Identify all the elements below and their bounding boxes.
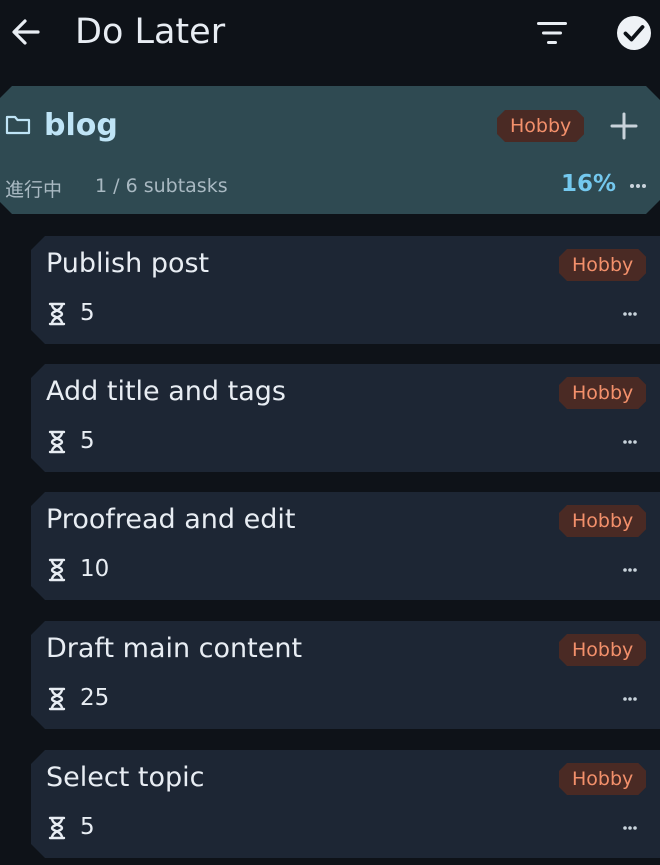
task-tag[interactable]: Hobby: [559, 634, 646, 666]
task-title: Proofread and edit: [46, 504, 296, 535]
task-duration: 5: [80, 814, 95, 840]
more-horizontal-icon: [623, 440, 637, 444]
filter-button[interactable]: [532, 16, 572, 50]
plus-icon: [610, 112, 638, 140]
check-circle-icon: [617, 16, 651, 50]
folder-icon: [5, 115, 31, 135]
task-duration: 25: [80, 685, 110, 711]
task-more-button[interactable]: [615, 689, 645, 709]
project-tag[interactable]: Hobby: [497, 110, 584, 142]
task-title: Publish post: [46, 248, 210, 279]
more-horizontal-icon: [623, 312, 637, 316]
project-progress: 16%: [561, 171, 617, 197]
task-card[interactable]: Add title and tags Hobby 5: [31, 364, 660, 472]
task-more-button[interactable]: [615, 432, 645, 452]
task-card[interactable]: Draft main content Hobby 25: [31, 621, 660, 729]
task-more-button[interactable]: [615, 560, 645, 580]
task-title: Select topic: [46, 762, 205, 793]
task-tag[interactable]: Hobby: [559, 763, 646, 795]
more-horizontal-icon: [623, 568, 637, 572]
add-subtask-button[interactable]: [606, 108, 642, 144]
filter-icon: [537, 22, 567, 44]
task-tag[interactable]: Hobby: [559, 377, 646, 409]
hourglass-icon: [48, 430, 66, 454]
arrow-left-icon: [12, 19, 40, 45]
project-name: blog: [44, 108, 118, 143]
task-more-button[interactable]: [615, 818, 645, 838]
more-horizontal-icon: [630, 184, 646, 188]
hourglass-icon: [48, 816, 66, 840]
task-card[interactable]: Publish post Hobby 5: [31, 236, 660, 344]
top-bar: Do Later: [0, 0, 660, 72]
complete-button[interactable]: [614, 13, 654, 53]
hourglass-icon: [48, 302, 66, 326]
page-title: Do Later: [75, 12, 226, 52]
project-card[interactable]: blog 進行中 1 / 6 subtasks 16%: [0, 86, 660, 214]
more-horizontal-icon: [623, 697, 637, 701]
task-duration: 5: [80, 428, 95, 454]
app-screen: Do Later blog 進行中 1 / 6 subtasks 16% Hob…: [0, 0, 660, 865]
task-title: Add title and tags: [46, 376, 286, 407]
project-subtask-count: 1 / 6 subtasks: [95, 175, 228, 197]
task-title: Draft main content: [46, 633, 303, 664]
task-more-button[interactable]: [615, 304, 645, 324]
back-button[interactable]: [8, 14, 44, 50]
task-tag[interactable]: Hobby: [559, 505, 646, 537]
task-tag[interactable]: Hobby: [559, 249, 646, 281]
more-horizontal-icon: [623, 826, 637, 830]
task-card[interactable]: Select topic Hobby 5: [31, 750, 660, 858]
project-more-button[interactable]: [623, 176, 653, 196]
task-duration: 10: [80, 556, 110, 582]
project-status: 進行中: [5, 179, 63, 201]
task-duration: 5: [80, 300, 95, 326]
hourglass-icon: [48, 687, 66, 711]
hourglass-icon: [48, 558, 66, 582]
task-card[interactable]: Proofread and edit Hobby 10: [31, 492, 660, 600]
